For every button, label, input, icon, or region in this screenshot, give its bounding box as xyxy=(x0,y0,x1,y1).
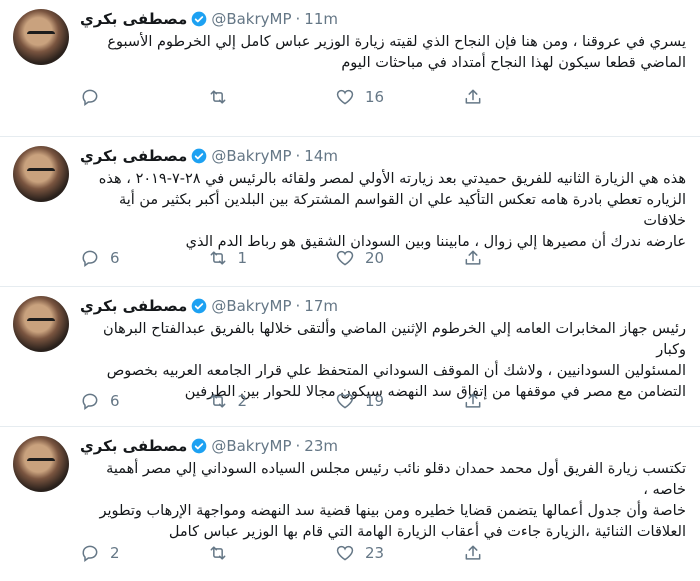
reply-count: 6 xyxy=(110,249,120,267)
tweet-header: مصطفى بكري @BakryMP · 11m xyxy=(80,8,686,30)
tweet-text-line: الماضي قطعا سيكون لهذا النجاح أمتداد في … xyxy=(341,55,686,71)
retweet-button[interactable] xyxy=(208,543,336,563)
like-button[interactable]: 20 xyxy=(335,248,463,268)
retweet-arrows-icon xyxy=(210,394,225,408)
share-upload-icon xyxy=(465,250,480,265)
reply-count: 6 xyxy=(110,392,120,410)
tweet-text-line: تكتسب زيارة الفريق أول محمد حمدان دقلو ن… xyxy=(106,461,686,498)
author-handle[interactable]: @BakryMP xyxy=(211,10,291,28)
reply-button[interactable]: 6 xyxy=(80,248,208,268)
reply-button[interactable] xyxy=(80,87,208,107)
separator-dot: · xyxy=(295,147,301,165)
tweet[interactable]: مصطفى بكري @BakryMP · 23m تكتسب زيارة ال… xyxy=(0,427,700,581)
author-handle[interactable]: @BakryMP xyxy=(211,147,291,165)
retweet-button[interactable]: 2 xyxy=(208,391,336,411)
tweet-header: مصطفى بكري @BakryMP · 17m xyxy=(80,295,686,317)
tweet-text: تكتسب زيارة الفريق أول محمد حمدان دقلو ن… xyxy=(80,459,686,543)
retweet-count: 1 xyxy=(237,249,248,267)
like-count: 19 xyxy=(365,392,385,410)
author-name[interactable]: مصطفى بكري xyxy=(80,297,187,315)
separator-dot: · xyxy=(295,10,301,28)
speech-bubble-icon xyxy=(82,89,98,106)
tweet-text-line: خاصة وأن جدول أعمالها يتضمن قضايا خطيره … xyxy=(99,503,686,519)
avatar[interactable] xyxy=(13,146,69,202)
share-button[interactable] xyxy=(463,87,591,107)
retweet-arrows-icon xyxy=(210,90,225,104)
author-name[interactable]: مصطفى بكري xyxy=(80,10,187,28)
verified-badge-icon xyxy=(191,148,207,164)
tweet-header: مصطفى بكري @BakryMP · 14m xyxy=(80,145,686,167)
like-count: 20 xyxy=(365,249,385,267)
like-count: 23 xyxy=(365,544,385,562)
tweet-text-line: رئيس جهاز المخابرات العامه إلي الخرطوم ا… xyxy=(103,321,686,358)
tweet-actions: 6 2 19 xyxy=(80,390,590,412)
separator-dot: · xyxy=(295,297,301,315)
avatar[interactable] xyxy=(13,9,69,65)
heart-icon xyxy=(336,545,354,561)
speech-bubble-icon xyxy=(82,250,98,267)
tweet-actions: 16 xyxy=(80,86,590,108)
like-button[interactable]: 23 xyxy=(335,543,463,563)
tweet-time[interactable]: 17m xyxy=(304,297,338,315)
speech-bubble-icon xyxy=(82,545,98,562)
retweet-count: 2 xyxy=(237,392,248,410)
tweet-actions: 6 1 20 xyxy=(80,247,590,269)
tweet-text: يسري في عروقنا ، ومن هنا فإن النجاح الذي… xyxy=(80,32,686,74)
like-count: 16 xyxy=(365,88,385,106)
share-button[interactable] xyxy=(463,391,591,411)
share-button[interactable] xyxy=(463,248,591,268)
verified-badge-icon xyxy=(191,438,207,454)
tweet-actions: 2 23 xyxy=(80,542,590,564)
avatar[interactable] xyxy=(13,296,69,352)
tweet[interactable]: مصطفى بكري @BakryMP · 17m رئيس جهاز المخ… xyxy=(0,287,700,427)
verified-badge-icon xyxy=(191,11,207,27)
tweet-time[interactable]: 23m xyxy=(304,437,338,455)
retweet-arrows-icon xyxy=(210,546,225,560)
tweet-text-line: هذه هي الزيارة الثانيه للفريق حميدتي بعد… xyxy=(98,171,686,187)
reply-count: 2 xyxy=(110,544,120,562)
retweet-arrows-icon xyxy=(210,251,225,265)
tweet[interactable]: مصطفى بكري @BakryMP · 11m يسري في عروقنا… xyxy=(0,0,700,137)
tweet-text-line: يسري في عروقنا ، ومن هنا فإن النجاح الذي… xyxy=(107,34,686,50)
tweet-feed: مصطفى بكري @BakryMP · 11m يسري في عروقنا… xyxy=(0,0,700,581)
tweet-time[interactable]: 11m xyxy=(304,10,338,28)
tweet-time[interactable]: 14m xyxy=(304,147,338,165)
author-handle[interactable]: @BakryMP xyxy=(211,297,291,315)
tweet-text: هذه هي الزيارة الثانيه للفريق حميدتي بعد… xyxy=(80,169,686,253)
tweet-header: مصطفى بكري @BakryMP · 23m xyxy=(80,435,686,457)
separator-dot: · xyxy=(295,437,301,455)
speech-bubble-icon xyxy=(82,393,98,410)
heart-icon xyxy=(336,89,354,105)
tweet-text-line: العلاقات الثنائية ،الزيارة جاءت في أعقاب… xyxy=(168,524,686,540)
author-handle[interactable]: @BakryMP xyxy=(211,437,291,455)
author-name[interactable]: مصطفى بكري xyxy=(80,147,187,165)
tweet-text-line: المسئولين السودانيين ، ولاشك أن الموقف ا… xyxy=(106,363,686,379)
retweet-button[interactable] xyxy=(208,87,336,107)
share-button[interactable] xyxy=(463,543,591,563)
share-upload-icon xyxy=(465,545,480,560)
reply-button[interactable]: 2 xyxy=(80,543,208,563)
verified-badge-icon xyxy=(191,298,207,314)
like-button[interactable]: 16 xyxy=(335,87,463,107)
avatar[interactable] xyxy=(13,436,69,492)
share-upload-icon xyxy=(465,89,480,104)
reply-button[interactable]: 6 xyxy=(80,391,208,411)
author-name[interactable]: مصطفى بكري xyxy=(80,437,187,455)
retweet-button[interactable]: 1 xyxy=(208,248,336,268)
like-button[interactable]: 19 xyxy=(335,391,463,411)
tweet-text-line: الزياره تعطي بادرة هامه تعكس التأكيد علي… xyxy=(118,192,686,229)
heart-icon xyxy=(336,250,354,266)
tweet[interactable]: مصطفى بكري @BakryMP · 14m هذه هي الزيارة… xyxy=(0,137,700,287)
heart-icon xyxy=(336,393,354,409)
share-upload-icon xyxy=(465,393,480,408)
